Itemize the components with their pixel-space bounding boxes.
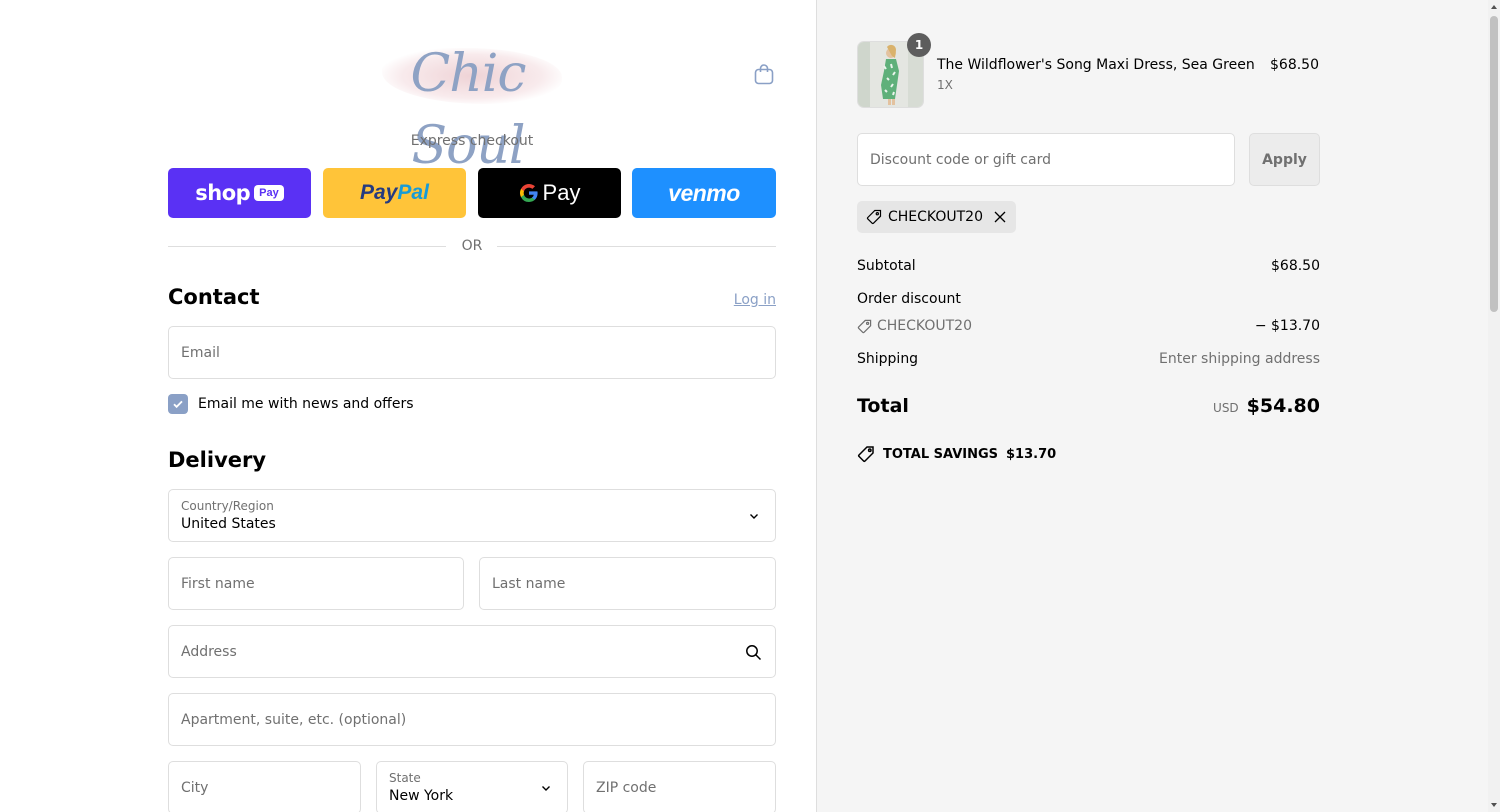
- product-price: $68.50: [1270, 57, 1319, 73]
- total-savings: TOTAL SAVINGS $13.70: [857, 445, 1056, 463]
- venmo-wordmark: venmo: [668, 179, 740, 206]
- tag-icon: [866, 209, 882, 225]
- shipping-label: Shipping: [857, 351, 919, 367]
- search-icon[interactable]: [745, 644, 762, 661]
- order-discount-detail-row: CHECKOUT20 − $13.70: [857, 318, 1320, 334]
- city-input[interactable]: [169, 762, 360, 812]
- remove-discount-icon[interactable]: [993, 210, 1007, 224]
- email-field[interactable]: [168, 326, 776, 379]
- total-label: Total: [857, 395, 909, 417]
- google-g-icon: [519, 184, 538, 202]
- newsletter-label: Email me with news and offers: [198, 396, 414, 412]
- order-discount-value: − $13.70: [1254, 318, 1320, 334]
- divider-line-right: [497, 246, 776, 247]
- applied-discount-chip: CHECKOUT20: [857, 201, 1016, 233]
- total-value: $54.80: [1246, 395, 1320, 417]
- paypal-button[interactable]: PayPal: [323, 168, 466, 218]
- savings-tag-icon: [857, 446, 874, 463]
- scroll-up-arrow-icon[interactable]: [1490, 3, 1498, 11]
- tag-icon: [857, 319, 872, 333]
- order-summary: 1 The Wildflower's Song Maxi Dress, Sea …: [816, 0, 1488, 812]
- express-checkout-label: Express checkout: [410, 133, 534, 149]
- newsletter-checkbox[interactable]: [168, 394, 188, 414]
- last-name-input[interactable]: [480, 558, 775, 609]
- log-in-link[interactable]: Log in: [700, 292, 776, 308]
- address-input[interactable]: [169, 626, 775, 677]
- zip-field[interactable]: [583, 761, 776, 812]
- shopping-bag-icon[interactable]: [752, 62, 776, 86]
- subtotal-value: $68.50: [1271, 258, 1320, 274]
- last-name-field[interactable]: [479, 557, 776, 610]
- google-pay-wordmark: Pay: [519, 180, 580, 206]
- order-discount-label: Order discount: [857, 291, 961, 307]
- order-discount-row: Order discount: [857, 291, 1320, 307]
- savings-value: $13.70: [1006, 446, 1057, 462]
- zip-input[interactable]: [584, 762, 775, 812]
- shipping-value: Enter shipping address: [1159, 351, 1320, 367]
- first-name-field[interactable]: [168, 557, 464, 610]
- or-divider: OR: [168, 238, 776, 256]
- total-amount: USD $54.80: [1213, 395, 1320, 417]
- apartment-input[interactable]: [169, 694, 775, 745]
- state-select[interactable]: State New York: [376, 761, 568, 812]
- scrollbar-thumb[interactable]: [1490, 16, 1498, 312]
- checkout-main: Chic Soul Express checkout shop Pay PayP…: [0, 0, 816, 812]
- savings-label: TOTAL SAVINGS: [883, 446, 999, 462]
- shop-pay-button[interactable]: shop Pay: [168, 168, 311, 218]
- page-scrollbar[interactable]: [1488, 0, 1500, 812]
- currency-code: USD: [1213, 401, 1239, 415]
- apply-discount-button[interactable]: Apply: [1249, 133, 1320, 186]
- shop-pay-wordmark: shop: [195, 181, 251, 205]
- first-name-input[interactable]: [169, 558, 463, 609]
- state-value: New York: [389, 788, 454, 804]
- country-value: United States: [181, 516, 276, 532]
- venmo-button[interactable]: venmo: [632, 168, 776, 218]
- email-input[interactable]: [169, 327, 775, 378]
- google-pay-button[interactable]: Pay: [478, 168, 621, 218]
- shop-pay-badge: Pay: [254, 185, 284, 201]
- discount-code-input[interactable]: [858, 134, 1234, 185]
- apartment-field[interactable]: [168, 693, 776, 746]
- city-field[interactable]: [168, 761, 361, 812]
- logo-text: Chic Soul: [410, 44, 526, 176]
- product-variant: 1X: [937, 78, 953, 92]
- country-label: Country/Region: [181, 499, 274, 513]
- discount-code-field[interactable]: [857, 133, 1235, 186]
- applied-discount-code: CHECKOUT20: [888, 209, 983, 225]
- contact-heading: Contact: [168, 285, 260, 309]
- country-select[interactable]: Country/Region United States: [168, 489, 776, 542]
- checkmark-icon: [173, 400, 183, 409]
- order-discount-code: CHECKOUT20: [877, 318, 972, 334]
- subtotal-label: Subtotal: [857, 258, 916, 274]
- state-label: State: [389, 771, 421, 785]
- product-name: The Wildflower's Song Maxi Dress, Sea Gr…: [937, 57, 1255, 73]
- chevron-down-icon: [542, 786, 550, 791]
- quantity-badge: 1: [907, 33, 931, 57]
- brand-logo[interactable]: Chic Soul: [362, 38, 572, 176]
- paypal-wordmark: PayPal: [360, 181, 429, 204]
- newsletter-option[interactable]: Email me with news and offers: [168, 394, 414, 414]
- chevron-down-icon: [750, 514, 758, 519]
- shipping-row: Shipping Enter shipping address: [857, 351, 1320, 367]
- delivery-heading: Delivery: [168, 448, 267, 472]
- subtotal-row: Subtotal $68.50: [857, 258, 1320, 274]
- address-field[interactable]: [168, 625, 776, 678]
- total-row: Total USD $54.80: [857, 395, 1320, 417]
- scroll-down-arrow-icon[interactable]: [1490, 801, 1498, 809]
